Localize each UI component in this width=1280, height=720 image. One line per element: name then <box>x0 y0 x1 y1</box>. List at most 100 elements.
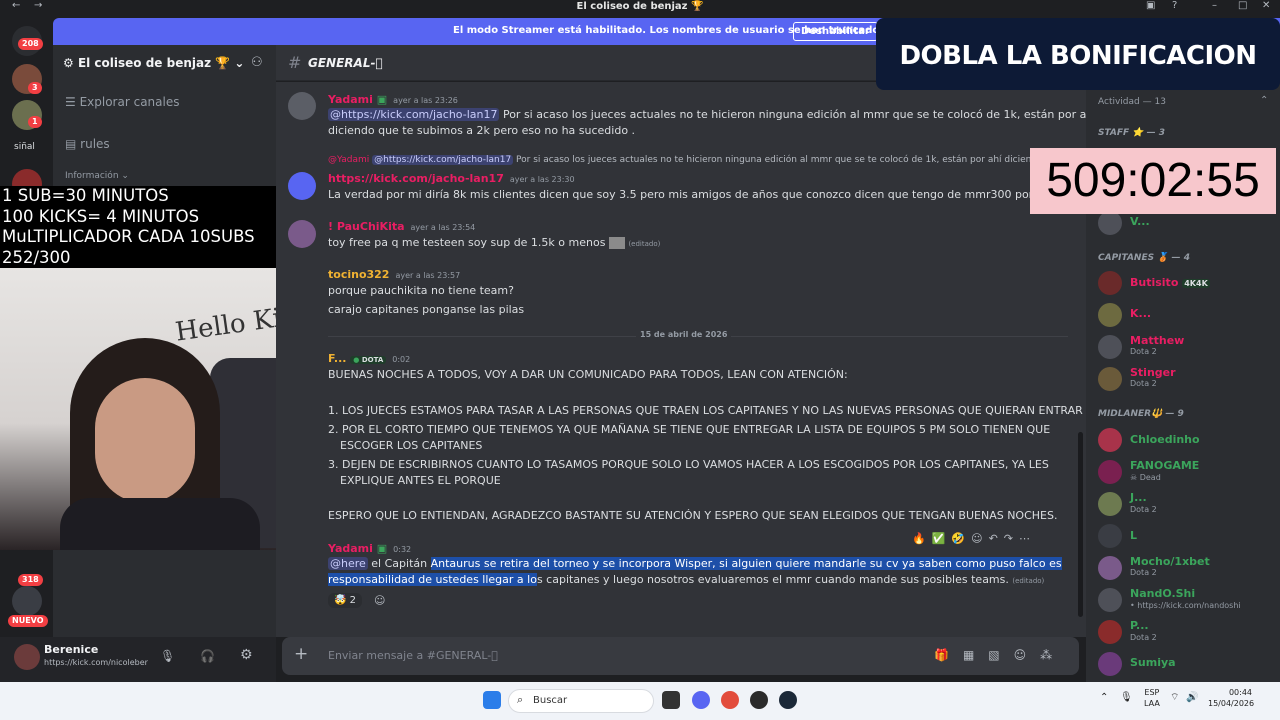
avatar[interactable] <box>1098 335 1122 359</box>
settings-gear-icon[interactable]: ⚙ <box>240 647 253 663</box>
title-bar: ← → El coliseo de benjaz 🏆 ▣ ? – □ ✕ <box>0 0 1280 14</box>
avatar[interactable] <box>1098 428 1122 452</box>
discord-app-icon[interactable] <box>692 691 710 709</box>
minimize-icon[interactable]: – <box>1212 0 1217 11</box>
avatar[interactable] <box>1098 652 1122 676</box>
server-badge: 318 <box>18 574 43 586</box>
add-reaction-icon[interactable]: ☺ <box>971 532 988 545</box>
reaction-icon[interactable]: ✅ <box>932 532 952 545</box>
microphone-icon[interactable]: 🎙 <box>1120 692 1133 703</box>
member-name[interactable]: Mocho/1xbet <box>1130 555 1210 568</box>
wifi-icon[interactable]: ⌔ <box>1170 692 1179 703</box>
member-name[interactable]: Butisito 4K4K <box>1130 276 1210 289</box>
chrome-icon[interactable] <box>721 691 739 709</box>
member-name[interactable]: Stinger <box>1130 366 1176 379</box>
category-info[interactable]: Información ⌄ <box>65 171 129 181</box>
member-name[interactable]: Sumiya <box>1130 656 1176 669</box>
member-name[interactable]: V... <box>1130 215 1150 228</box>
channel-rules[interactable]: ▤ rules <box>65 137 110 151</box>
more-icon[interactable]: ⋯ <box>1019 532 1036 545</box>
activity-header[interactable]: Actividad — 13 <box>1098 97 1166 107</box>
disable-streamer-button[interactable]: Deshabilitar <box>793 22 878 41</box>
member-name[interactable]: Chloedinho <box>1130 433 1200 446</box>
discord-avatar[interactable] <box>288 172 316 200</box>
taskbar-search[interactable]: ⌕ Buscar <box>508 689 654 713</box>
reaction-pill[interactable]: 🤯 2 <box>328 593 363 608</box>
search-icon: ⌕ <box>517 693 524 706</box>
headphones-icon[interactable]: 🎧 <box>200 649 215 663</box>
explore-channels[interactable]: ☰ Explorar canales <box>65 95 179 109</box>
member-name[interactable]: L <box>1130 529 1137 542</box>
message-author[interactable]: ! PauChiKita ayer a las 23:54 <box>328 220 475 233</box>
avatar[interactable] <box>1098 492 1122 516</box>
sticker-icon[interactable]: ▧ <box>988 648 1013 662</box>
message-text: carajo capitanes ponganse las pilas <box>328 303 525 316</box>
member-activity: Dota 2 <box>1130 633 1157 642</box>
avatar[interactable] <box>14 644 40 670</box>
member-name[interactable]: J... <box>1130 491 1147 504</box>
avatar[interactable] <box>288 220 316 248</box>
message-input[interactable]: + Enviar mensaje a #GENERAL-🏻 🎁▦▧☺⁂ <box>282 637 1079 675</box>
role-icon: ▣ <box>376 93 388 106</box>
member-name[interactable]: NandO.Shi <box>1130 587 1195 600</box>
add-reaction-icon[interactable]: ☺ <box>374 594 385 607</box>
avatar[interactable] <box>1098 460 1122 484</box>
member-activity: Dota 2 <box>1130 568 1157 577</box>
avatar[interactable] <box>1098 211 1122 235</box>
window-title: El coliseo de benjaz 🏆 <box>576 1 704 12</box>
reaction-icon[interactable]: 🤣 <box>951 532 971 545</box>
list-icon: ☰ <box>65 95 80 109</box>
emoji-image <box>608 237 625 249</box>
forward-icon[interactable]: ↷ <box>1004 532 1019 545</box>
avatar[interactable] <box>1098 556 1122 580</box>
member-name[interactable]: P... <box>1130 619 1149 632</box>
gift-icon[interactable]: 🎁 <box>934 648 963 662</box>
message-author[interactable]: tocino322 ayer a las 23:57 <box>328 268 460 281</box>
overlay-line: 100 KICKS= 4 MINUTOS <box>2 206 200 226</box>
plus-icon[interactable]: + <box>294 644 308 664</box>
message-author[interactable]: https://kick.com/jacho-lan17 ayer a las 2… <box>328 172 575 185</box>
help-icon[interactable]: ? <box>1172 0 1177 11</box>
steam-icon[interactable] <box>779 691 797 709</box>
gif-icon[interactable]: ▦ <box>963 648 988 662</box>
avatar[interactable] <box>1098 620 1122 644</box>
volume-icon[interactable]: 🔊 <box>1186 692 1198 703</box>
apps-icon[interactable]: ⁂ <box>1040 648 1066 662</box>
message-actions-toolbar[interactable]: 🔥✅🤣☺↶↷⋯ <box>912 532 1036 545</box>
server-label[interactable]: siñal <box>14 142 35 152</box>
chevron-up-icon[interactable]: ⌃ <box>1100 692 1108 703</box>
avatar[interactable] <box>1098 271 1122 295</box>
message-author[interactable]: F... ● DOTA 0:02 <box>328 352 410 365</box>
inbox-icon[interactable]: ▣ <box>1146 0 1155 11</box>
reaction-icon[interactable]: 🔥 <box>912 532 932 545</box>
task-view-icon[interactable] <box>662 691 680 709</box>
emoji-icon[interactable]: ☺ <box>1014 648 1041 662</box>
avatar[interactable] <box>1098 524 1122 548</box>
obs-icon[interactable] <box>750 691 768 709</box>
message-text: ESCOGER LOS CAPITANES <box>340 439 483 452</box>
discord-avatar[interactable] <box>1098 588 1122 612</box>
clock[interactable]: 00:44 15/04/2026 <box>1208 687 1254 709</box>
chevron-up-icon[interactable]: ⌃ <box>1260 95 1268 106</box>
microphone-icon[interactable]: 🎙 <box>160 649 175 663</box>
server-name[interactable]: ⚙ El coliseo de benjaz 🏆 ⌄ <box>63 56 244 70</box>
user-name[interactable]: Berenice <box>44 643 98 656</box>
maximize-icon[interactable]: □ <box>1238 0 1247 11</box>
language-indicator[interactable]: ESP LAA <box>1144 687 1160 709</box>
avatar[interactable] <box>1098 303 1122 327</box>
member-name[interactable]: FANOGAME <box>1130 459 1199 472</box>
avatar[interactable] <box>1098 367 1122 391</box>
message-author[interactable]: Yadami ▣ ayer a las 23:26 <box>328 93 458 106</box>
close-icon[interactable]: ✕ <box>1262 0 1270 11</box>
windows-start-icon[interactable] <box>483 691 501 709</box>
server-icon[interactable] <box>12 586 42 616</box>
scrollbar[interactable] <box>1078 432 1083 617</box>
message-author[interactable]: Yadami ▣ 0:32 <box>328 542 411 555</box>
invite-people-icon[interactable]: ⚇ <box>251 55 263 70</box>
avatar[interactable] <box>288 92 316 120</box>
reply-preview[interactable]: @Yadami @https://kick.com/jacho-lan17 Po… <box>328 155 1043 165</box>
mention-link[interactable]: @https://kick.com/jacho-lan17 <box>328 108 500 121</box>
member-name[interactable]: Matthew <box>1130 334 1184 347</box>
reply-icon[interactable]: ↶ <box>989 532 1004 545</box>
member-name[interactable]: K... <box>1130 307 1151 320</box>
